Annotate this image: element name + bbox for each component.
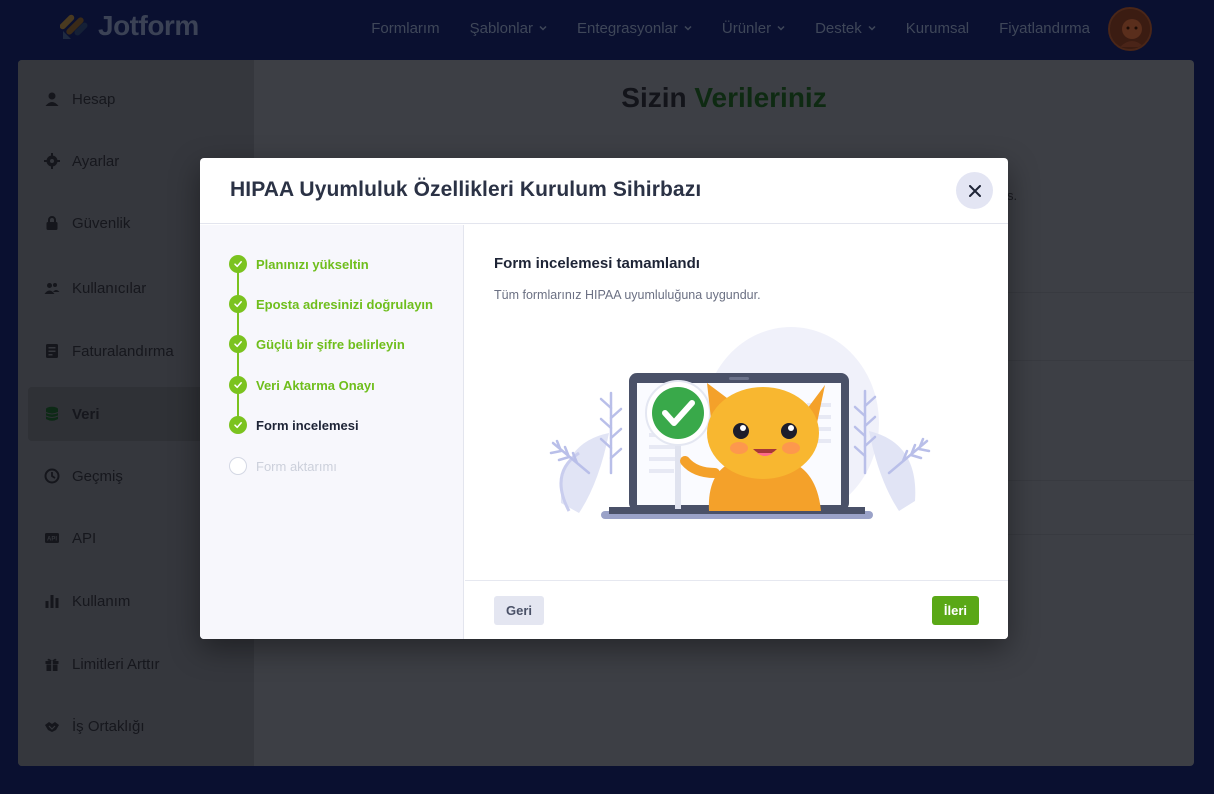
nav-item-6[interactable]: Fiyatlandırma — [999, 20, 1090, 37]
gear-icon — [44, 153, 60, 169]
wizard-step-label: Veri Aktarma Onayı — [256, 377, 375, 393]
check-icon — [234, 422, 242, 429]
wizard-step-2: Güçlü bir şifre belirleyin — [229, 334, 405, 354]
top-header: Jotform Formlarım Şablonlar Entegrasyonlar… — [0, 0, 1214, 58]
sidebar-item-label: Faturalandırma — [72, 342, 174, 360]
avatar-image — [1110, 9, 1150, 49]
nav-item-label: Entegrasyonlar — [576, 19, 678, 37]
modal-footer: Geri İleri — [465, 580, 1008, 639]
close-icon — [968, 184, 981, 197]
wizard-step-label: Planınızı yükseltin — [256, 256, 369, 272]
wizard-content: Form incelemesi tamamlandı Tüm formların… — [465, 225, 1008, 639]
user-icon — [44, 91, 60, 107]
content-description: Tüm formlarınız HIPAA uyumluluğuna uygun… — [494, 288, 761, 302]
wizard-step-5: Form aktarımı — [229, 456, 337, 476]
nav-item-4[interactable]: Destek — [815, 20, 876, 37]
wizard-step-label: Form incelemesi — [256, 417, 359, 433]
check-icon — [234, 301, 242, 308]
check-icon — [234, 341, 242, 348]
sidebar-item-10[interactable]: İş Ortaklığı — [28, 699, 244, 753]
nav-item-1[interactable]: Şablonlar — [470, 20, 547, 37]
content-title: Form incelemesi tamamlandı — [494, 255, 700, 272]
sidebar-item-label: Kullanıcılar — [72, 279, 147, 297]
nav-item-label: Formlarım — [371, 19, 440, 37]
avatar[interactable] — [1108, 7, 1152, 51]
sidebar-item-label: Güvenlik — [72, 214, 131, 232]
logo-text: Jotform — [98, 10, 199, 41]
sidebar-item-9[interactable]: Limitleri Arttır — [28, 637, 244, 691]
step-complete-indicator — [229, 416, 247, 434]
gift-icon — [44, 656, 60, 672]
step-complete-indicator — [229, 335, 247, 353]
nav-item-2[interactable]: Entegrasyonlar — [577, 20, 692, 37]
chevron-down-icon — [777, 25, 785, 31]
chevron-down-icon — [684, 25, 692, 31]
history-icon — [44, 468, 60, 484]
nav-item-label: Şablonlar — [469, 19, 533, 37]
step-complete-indicator — [229, 295, 247, 313]
background-text-fragment: s. — [1007, 188, 1018, 203]
review-complete-illustration — [549, 327, 931, 519]
sidebar-item-label: Limitleri Arttır — [72, 655, 160, 673]
lock-icon — [44, 215, 60, 231]
users-icon — [44, 280, 60, 296]
nav-item-0[interactable]: Formlarım — [371, 20, 439, 37]
modal-title: HIPAA Uyumluluk Özellikleri Kurulum Sihi… — [230, 178, 702, 201]
sidebar-item-label: Ayarlar — [72, 152, 120, 170]
svg-text:API: API — [47, 537, 57, 543]
page-title: Sizin Verileriniz — [254, 82, 1194, 114]
nav-item-label: Ürünler — [721, 19, 772, 37]
jotform-logo[interactable]: Jotform — [60, 10, 199, 42]
next-button[interactable]: İleri — [931, 596, 979, 625]
step-complete-indicator — [229, 376, 247, 394]
sidebar-item-label: Veri — [72, 405, 100, 423]
nav-item-label: Destek — [815, 19, 862, 37]
check-icon — [234, 382, 242, 389]
page-title-highlight: Verileriniz — [694, 82, 827, 113]
nav-item-label: Fiyatlandırma — [999, 19, 1090, 37]
nav-item-5[interactable]: Kurumsal — [906, 20, 969, 37]
api-icon: API — [44, 530, 60, 546]
step-complete-indicator — [229, 255, 247, 273]
bar-chart-icon — [44, 593, 60, 609]
wizard-step-1: Eposta adresinizi doğrulayın — [229, 294, 433, 314]
sidebar-item-label: Kullanım — [72, 592, 131, 610]
chevron-down-icon — [868, 25, 876, 31]
wizard-steps: Planınızı yükseltin Eposta adresinizi doğ… — [200, 225, 464, 639]
handshake-icon — [44, 718, 60, 734]
nav-item-label: Kurumsal — [905, 19, 970, 37]
sidebar-item-label: API — [72, 529, 97, 547]
page-title-prefix: Sizin — [621, 82, 687, 113]
wizard-step-0: Planınızı yükseltin — [229, 254, 369, 274]
wizard-step-3: Veri Aktarma Onayı — [229, 375, 375, 395]
close-button[interactable] — [956, 172, 993, 209]
hipaa-setup-modal: HIPAA Uyumluluk Özellikleri Kurulum Sihi… — [200, 158, 1008, 639]
wizard-step-label: Güçlü bir şifre belirleyin — [256, 336, 405, 352]
step-connector — [237, 272, 239, 296]
back-button[interactable]: Geri — [494, 596, 545, 625]
sidebar-item-label: Geçmiş — [72, 467, 123, 485]
billing-icon — [44, 343, 60, 359]
wizard-step-label: Eposta adresinizi doğrulayın — [256, 296, 433, 312]
chevron-down-icon — [539, 25, 547, 31]
step-pending-indicator — [229, 457, 247, 475]
step-connector — [237, 393, 239, 417]
database-icon — [44, 406, 60, 422]
wizard-step-4: Form incelemesi — [229, 415, 359, 435]
sidebar-item-label: Hesap — [72, 90, 116, 108]
step-connector — [237, 312, 239, 336]
modal-header: HIPAA Uyumluluk Özellikleri Kurulum Sihi… — [200, 158, 1008, 224]
nav-item-3[interactable]: Ürünler — [722, 20, 785, 37]
top-nav: Formlarım Şablonlar Entegrasyonlar Ürünler D… — [371, 0, 1090, 56]
sidebar-item-0[interactable]: Hesap — [28, 72, 244, 126]
check-icon — [234, 261, 242, 268]
jotform-logo-icon — [60, 14, 88, 39]
step-connector — [237, 352, 239, 377]
wizard-step-label: Form aktarımı — [256, 458, 337, 474]
sidebar-item-label: İş Ortaklığı — [72, 717, 145, 735]
